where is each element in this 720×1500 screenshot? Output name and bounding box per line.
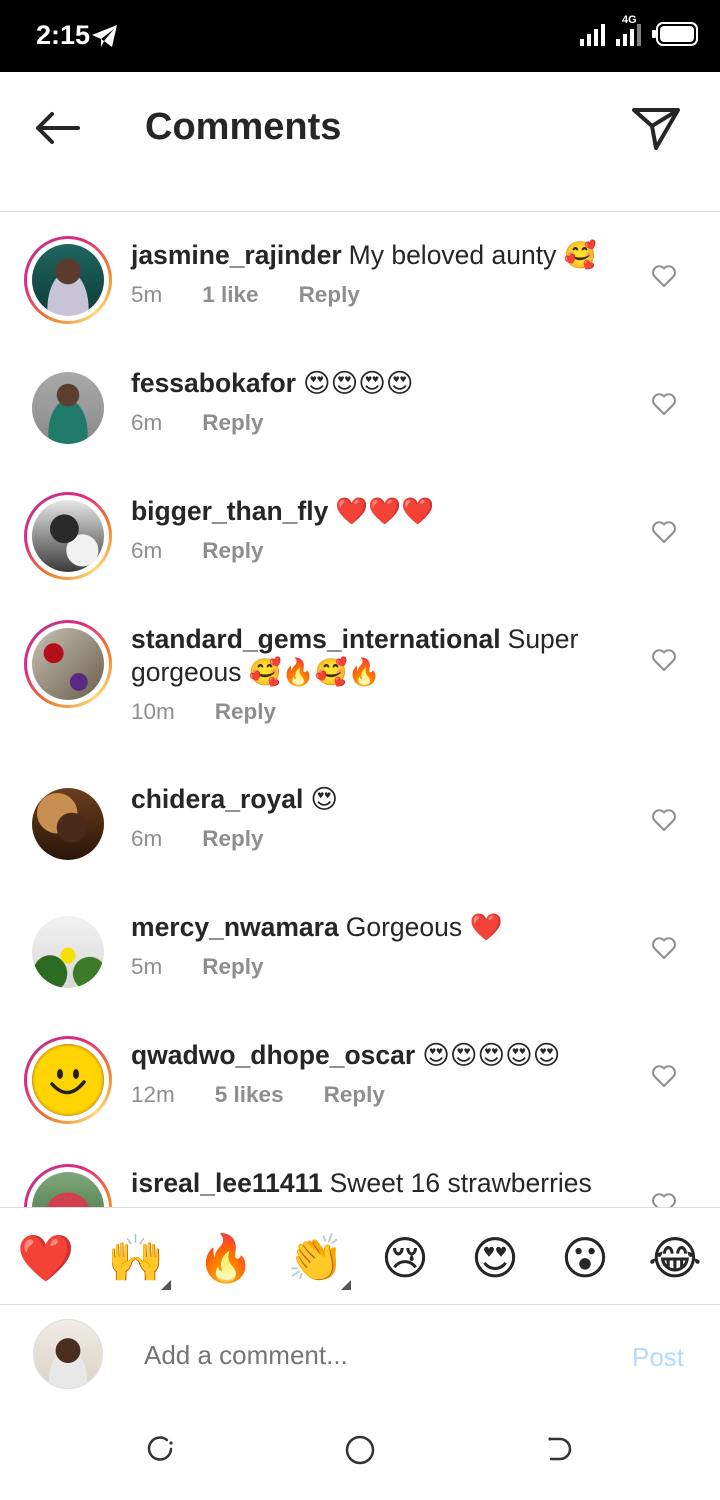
- comment-username[interactable]: jasmine_rajinder: [131, 240, 342, 270]
- comment-message: Gorgeous ❤️: [345, 912, 503, 942]
- comment-username[interactable]: fessabokafor: [131, 368, 296, 398]
- story-ring: [24, 236, 112, 324]
- comment-username[interactable]: bigger_than_fly: [131, 496, 328, 526]
- story-ring: [24, 1164, 112, 1207]
- reaction-raised-hands-button[interactable]: 🙌: [107, 1230, 164, 1286]
- comment-message: 😍😍😍😍😍: [422, 1040, 561, 1070]
- comment-message: ❤️❤️❤️: [335, 496, 435, 526]
- like-count[interactable]: 5 likes: [215, 1082, 284, 1108]
- comment-text: standard_gems_international Super gorgeou…: [131, 623, 610, 689]
- comment-meta: 6m Reply: [131, 410, 610, 436]
- battery-icon: [652, 22, 698, 46]
- like-heart-icon[interactable]: [651, 520, 677, 544]
- current-user-avatar: [33, 1319, 103, 1389]
- comment-text: jasmine_rajinder My beloved aunty 🥰: [131, 239, 610, 272]
- avatar[interactable]: [24, 492, 112, 580]
- comment-username[interactable]: mercy_nwamara: [131, 912, 339, 942]
- comment-meta: 6m Reply: [131, 538, 610, 564]
- reaction-clap-button[interactable]: 👏: [287, 1230, 344, 1286]
- comment-text: fessabokafor 😍😍😍😍: [131, 367, 610, 400]
- skin-tone-indicator: [341, 1280, 351, 1290]
- comment-time: 5m: [131, 954, 163, 979]
- home-icon[interactable]: [344, 1434, 376, 1466]
- like-heart-icon[interactable]: [651, 392, 677, 416]
- avatar[interactable]: [24, 364, 112, 452]
- skin-tone-indicator: [161, 1280, 171, 1290]
- direct-share-icon[interactable]: [628, 104, 684, 154]
- like-heart-icon[interactable]: [651, 648, 677, 672]
- reply-button[interactable]: Reply: [324, 1082, 385, 1108]
- status-time: 2:15: [36, 20, 91, 50]
- app-header: Comments: [0, 72, 720, 212]
- recents-icon[interactable]: [145, 1434, 175, 1464]
- comment-time: 10m: [131, 699, 175, 724]
- reaction-laughing-button[interactable]: 😂: [647, 1230, 703, 1286]
- smiley-icon: [50, 1069, 86, 1095]
- avatar[interactable]: [24, 780, 112, 868]
- comment-text: chidera_royal 😍: [131, 783, 610, 816]
- like-heart-icon[interactable]: [651, 264, 677, 288]
- reply-button[interactable]: Reply: [202, 954, 263, 980]
- story-ring: [24, 620, 112, 708]
- avatar[interactable]: [24, 1036, 112, 1124]
- status-bar: 2:15 4G: [0, 0, 720, 72]
- comment-meta: 5m 1 like Reply: [131, 282, 610, 308]
- reply-button[interactable]: Reply: [215, 699, 276, 725]
- story-ring: [24, 1036, 112, 1124]
- comment-time: 6m: [131, 538, 163, 563]
- comment-time: 6m: [131, 410, 163, 435]
- comment-message: My beloved aunty 🥰: [348, 240, 597, 270]
- reaction-heart-eyes-button[interactable]: 😍: [467, 1230, 523, 1286]
- avatar[interactable]: [24, 908, 112, 996]
- like-heart-icon[interactable]: [651, 808, 677, 832]
- avatar[interactable]: [24, 1164, 112, 1207]
- comment-message: 😍: [310, 784, 338, 814]
- comment-meta: 5m Reply: [131, 954, 610, 980]
- like-heart-icon[interactable]: [651, 1064, 677, 1088]
- system-nav-bar: [0, 1406, 720, 1500]
- comment-text: qwadwo_dhope_oscar 😍😍😍😍😍: [131, 1039, 610, 1072]
- comment-username[interactable]: chidera_royal: [131, 784, 303, 814]
- comment-username[interactable]: standard_gems_international: [131, 624, 501, 654]
- reply-button[interactable]: Reply: [202, 826, 263, 852]
- reaction-heart-button[interactable]: ❤️: [17, 1230, 74, 1286]
- comments-list[interactable]: jasmine_rajinder My beloved aunty 🥰 5m 1 …: [0, 213, 720, 1207]
- reply-button[interactable]: Reply: [202, 410, 263, 436]
- story-ring: [24, 492, 112, 580]
- status-icons: 4G: [580, 14, 698, 46]
- comment-username[interactable]: isreal_lee11411: [131, 1168, 323, 1198]
- signal-icon: [580, 24, 605, 46]
- telegram-icon: [92, 25, 117, 47]
- comment-composer: Post: [0, 1306, 720, 1406]
- reply-button[interactable]: Reply: [202, 538, 263, 564]
- back-arrow-icon[interactable]: [30, 108, 84, 148]
- comment-time: 12m: [131, 1082, 175, 1107]
- comment-input[interactable]: [144, 1340, 584, 1371]
- comment-meta: 10m Reply: [131, 699, 610, 725]
- back-nav-icon[interactable]: [544, 1434, 574, 1464]
- comment-text: bigger_than_fly ❤️❤️❤️: [131, 495, 610, 528]
- quick-reaction-bar: ❤️ 🙌 🔥 👏 😢 😍 😮 😂: [0, 1207, 720, 1305]
- post-button[interactable]: Post: [632, 1342, 684, 1373]
- comment-message: Sweet 16 strawberries: [329, 1168, 592, 1198]
- comment-time: 5m: [131, 282, 163, 307]
- signal-4g-icon: [616, 24, 641, 46]
- like-heart-icon[interactable]: [651, 936, 677, 960]
- like-heart-icon[interactable]: [651, 1192, 677, 1207]
- comment-text: mercy_nwamara Gorgeous ❤️: [131, 911, 610, 944]
- reaction-fire-button[interactable]: 🔥: [197, 1230, 254, 1286]
- reaction-crying-button[interactable]: 😢: [377, 1230, 433, 1286]
- comment-text: isreal_lee11411 Sweet 16 strawberries: [131, 1167, 610, 1200]
- like-count[interactable]: 1 like: [202, 282, 258, 308]
- comment-meta: 12m 5 likes Reply: [131, 1082, 610, 1108]
- comment-time: 6m: [131, 826, 163, 851]
- avatar[interactable]: [24, 236, 112, 324]
- comment-message: 😍😍😍😍: [302, 368, 414, 398]
- page-title: Comments: [145, 106, 342, 148]
- comment-username[interactable]: qwadwo_dhope_oscar: [131, 1040, 415, 1070]
- avatar[interactable]: [24, 620, 112, 708]
- reply-button[interactable]: Reply: [299, 282, 360, 308]
- reaction-surprised-button[interactable]: 😮: [557, 1230, 613, 1286]
- comment-meta: 6m Reply: [131, 826, 610, 852]
